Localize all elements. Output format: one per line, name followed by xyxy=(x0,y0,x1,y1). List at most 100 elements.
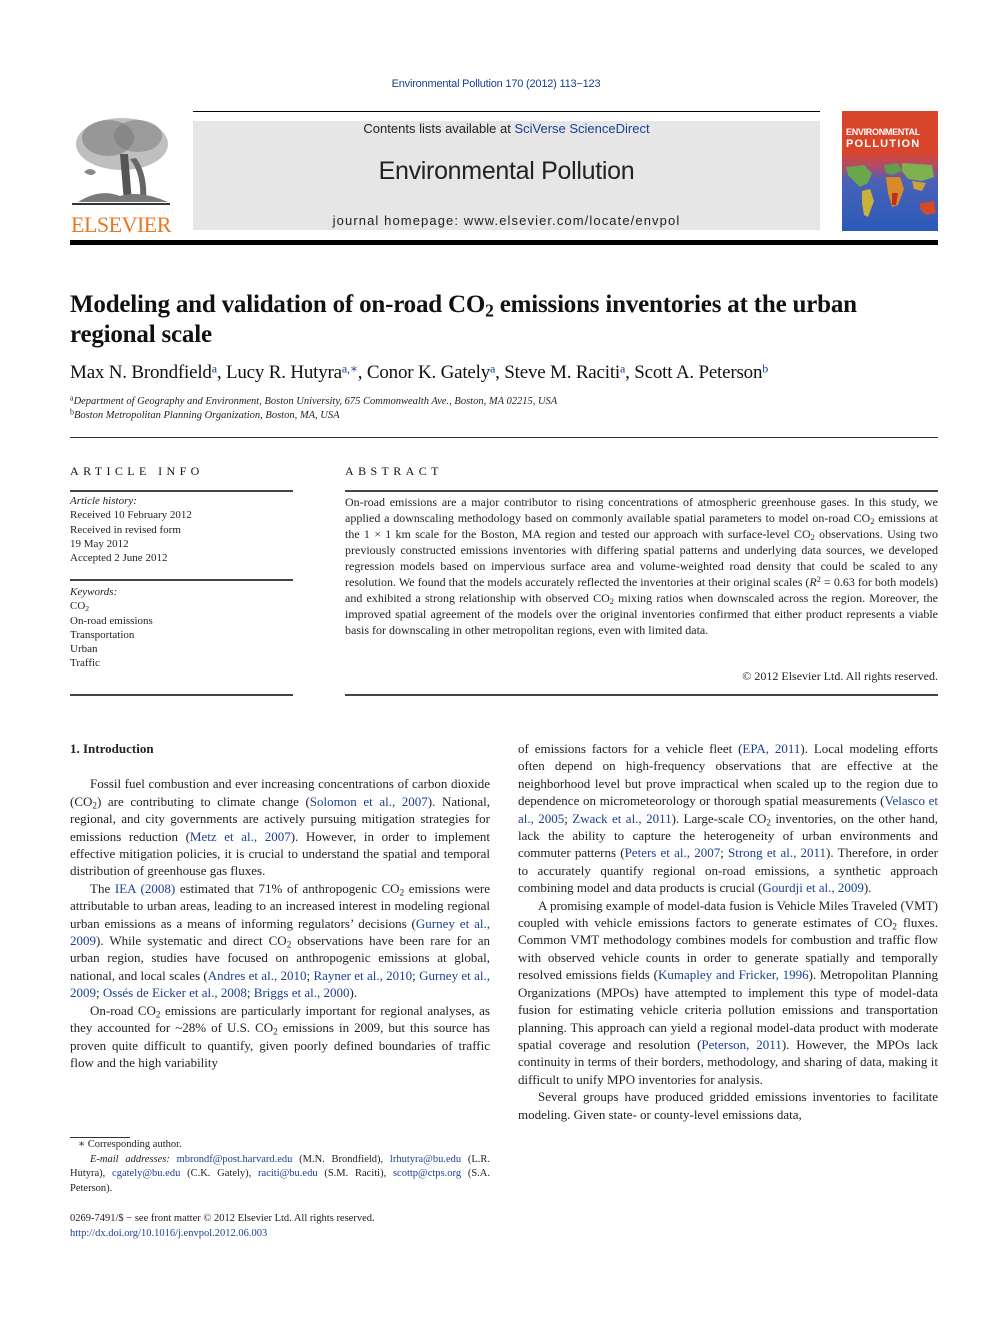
title-part: Modeling and validation of on-road CO xyxy=(70,291,486,318)
citation-link[interactable]: Gourdji et al., 2009 xyxy=(762,880,863,895)
email-owner: (M.N. Brondfield), xyxy=(292,1153,390,1165)
history-item: Accepted 2 June 2012 xyxy=(70,552,168,565)
email-addresses: E-mail addresses: mbrondf@post.harvard.e… xyxy=(70,1153,490,1197)
paragraph: of emissions factors for a vehicle fleet… xyxy=(518,740,938,897)
email-link[interactable]: raciti@bu.edu xyxy=(258,1168,318,1179)
email-link[interactable]: cgately@bu.edu xyxy=(112,1168,180,1179)
keyword-item: On-road emissions xyxy=(70,614,153,627)
text: On-road CO xyxy=(90,1002,156,1018)
masthead-top-rule xyxy=(193,111,820,112)
citation-link[interactable]: Peterson, 2011 xyxy=(701,1037,781,1052)
journal-cover-image[interactable]: ENVIRONMENTAL POLLUTION xyxy=(842,111,938,231)
affiliation-b: bBoston Metropolitan Planning Organizati… xyxy=(70,408,340,421)
affiliation-a: aDepartment of Geography and Environment… xyxy=(70,394,558,407)
cover-title-line2: POLLUTION xyxy=(846,138,921,150)
article-history: Article history: Received 10 February 20… xyxy=(70,494,192,565)
abstract-segment: On-road emissions are a major contributo… xyxy=(345,495,938,525)
text: ). xyxy=(863,880,872,896)
author-name[interactable]: Steve M. Raciti xyxy=(504,362,620,383)
text: ). xyxy=(349,985,358,1001)
citation-link[interactable]: Andres et al., 2010 xyxy=(208,968,307,983)
author-affiliation-marker[interactable]: a,∗ xyxy=(342,362,358,376)
citation-link[interactable]: Peters et al., 2007 xyxy=(625,845,721,860)
text: ; xyxy=(96,985,103,1001)
paragraph: The IEA (2008) estimated that 71% of ant… xyxy=(70,880,490,1002)
abstract-text: On-road emissions are a major contributo… xyxy=(345,494,938,638)
author-separator: , xyxy=(216,362,226,383)
world-map-icon xyxy=(846,163,936,217)
subscript: 2 xyxy=(85,604,90,614)
author-name[interactable]: Lucy R. Hutyra xyxy=(226,362,342,383)
corresponding-author-note: ∗ Corresponding author. xyxy=(78,1139,182,1150)
sciencedirect-link[interactable]: SciVerse ScienceDirect xyxy=(514,121,649,136)
email-owner: (S.M. Raciti), xyxy=(317,1168,393,1179)
text: The xyxy=(90,880,115,896)
paragraph: On-road CO2 emissions are particularly i… xyxy=(70,1002,490,1072)
author-name[interactable]: Scott A. Peterson xyxy=(634,362,762,383)
elsevier-wordmark: ELSEVIER xyxy=(71,212,171,237)
citation-link[interactable]: EPA, 2011 xyxy=(742,741,800,756)
citation-link[interactable]: Strong et al., 2011 xyxy=(728,845,826,860)
email-owner: (C.K. Gately), xyxy=(180,1168,259,1179)
section-heading-introduction: 1. Introduction xyxy=(70,741,154,756)
citation-link[interactable]: Briggs et al., 2000 xyxy=(254,985,350,1000)
citation-link[interactable]: Rayner et al., 2010 xyxy=(313,968,412,983)
citation-link[interactable]: Zwack et al., 2011 xyxy=(572,811,671,826)
author-separator: , xyxy=(357,362,367,383)
history-item: Received 10 February 2012 xyxy=(70,509,192,522)
author-separator: , xyxy=(495,362,505,383)
elsevier-tree-icon xyxy=(70,114,172,208)
citation-link[interactable]: Metz et al., 2007 xyxy=(190,829,291,844)
front-matter: 0269-7491/$ − see front matter © 2012 El… xyxy=(70,1212,490,1241)
article-info-divider xyxy=(70,579,293,581)
doi-link[interactable]: http://dx.doi.org/10.1016/j.envpol.2012.… xyxy=(70,1228,267,1239)
title-subscript: 2 xyxy=(485,300,494,321)
citation-link[interactable]: Kumapley and Fricker, 1996 xyxy=(658,967,809,982)
citation-link[interactable]: IEA (2008) xyxy=(115,881,175,896)
history-item: Received in revised form xyxy=(70,523,181,536)
text: ; xyxy=(246,985,254,1001)
header-divider xyxy=(70,437,938,438)
keyword-item: CO2 xyxy=(70,600,90,614)
keywords-label: Keywords: xyxy=(70,586,118,598)
journal-title: Environmental Pollution xyxy=(378,157,635,185)
paragraph: Several groups have produced gridded emi… xyxy=(518,1089,938,1122)
journal-homepage[interactable]: journal homepage: www.elsevier.com/locat… xyxy=(193,213,820,228)
author-name[interactable]: Max N. Brondfield xyxy=(70,362,212,383)
abstract-copyright: © 2012 Elsevier Ltd. All rights reserved… xyxy=(742,669,938,683)
author-separator: , xyxy=(625,362,635,383)
text: A promising example of model-data fusion… xyxy=(518,897,938,931)
text: ). While systematic and direct CO xyxy=(96,933,287,949)
masthead-bottom-rule xyxy=(70,240,938,245)
text: estimated that 71% of anthropogenic CO xyxy=(175,880,400,896)
r-squared-var: R xyxy=(809,575,817,589)
paragraph: Fossil fuel combustion and ever increasi… xyxy=(70,775,490,879)
cover-title-line1: ENVIRONMENTAL xyxy=(846,127,920,137)
author-affiliation-marker[interactable]: b xyxy=(762,362,768,376)
abstract-heading: ABSTRACT xyxy=(345,464,443,478)
affiliation-text: Department of Geography and Environment,… xyxy=(73,396,558,407)
citation-link[interactable]: Ossés de Eicker et al., 2008 xyxy=(103,985,247,1000)
keyword-item: Traffic xyxy=(70,657,100,670)
body-column-right: of emissions factors for a vehicle fleet… xyxy=(518,740,938,1123)
email-link[interactable]: mbrondf@post.harvard.edu xyxy=(177,1154,293,1165)
author-name[interactable]: Conor K. Gately xyxy=(367,362,490,383)
journal-citation-link[interactable]: Environmental Pollution 170 (2012) 113−1… xyxy=(0,78,992,90)
article-info-divider xyxy=(70,694,293,696)
citation-link[interactable]: Solomon et al., 2007 xyxy=(310,794,428,809)
front-matter-notice: 0269-7491/$ − see front matter © 2012 El… xyxy=(70,1213,375,1224)
article-info-divider xyxy=(70,490,293,492)
article-title: Modeling and validation of on-road CO2 e… xyxy=(70,290,938,350)
affiliation-text: Boston Metropolitan Planning Organizatio… xyxy=(74,410,340,421)
email-link[interactable]: scottp@ctps.org xyxy=(393,1168,461,1179)
email-link[interactable]: lrhutyra@bu.edu xyxy=(390,1154,461,1165)
paragraph: A promising example of model-data fusion… xyxy=(518,897,938,1088)
abstract-divider xyxy=(345,694,938,696)
contents-prefix: Contents lists available at xyxy=(363,121,515,136)
keyword-item: Transportation xyxy=(70,628,135,641)
history-label: Article history: xyxy=(70,495,137,507)
elsevier-logo[interactable]: ELSEVIER xyxy=(70,114,172,237)
text: ; xyxy=(720,845,729,861)
author-list: Max N. Brondfielda, Lucy R. Hutyraa,∗, C… xyxy=(70,362,938,384)
body-column-left: 1. Introduction Fossil fuel combustion a… xyxy=(70,740,490,1071)
